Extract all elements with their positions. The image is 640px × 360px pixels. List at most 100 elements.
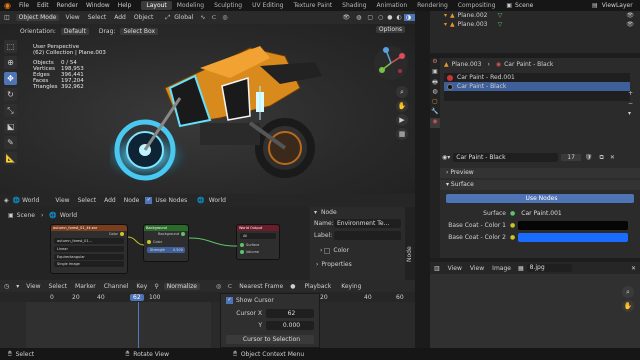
- render-tab-icon[interactable]: ▣: [430, 68, 440, 78]
- menu-render[interactable]: Render: [53, 2, 82, 9]
- surface-panel-header[interactable]: ▾ Surface: [440, 180, 640, 190]
- editor-type-icon[interactable]: ◫: [0, 14, 14, 21]
- color-checkbox[interactable]: [324, 247, 331, 254]
- tool-tab-icon[interactable]: ⚙: [430, 58, 440, 68]
- tab-layout[interactable]: Layout: [141, 1, 172, 10]
- material-tab-icon[interactable]: ◉: [430, 118, 440, 128]
- node-menu-node[interactable]: Node: [120, 197, 144, 204]
- transform-icon[interactable]: ⬕: [4, 120, 17, 133]
- outliner-row-plane-002[interactable]: ▾ ▲ Plane.002 ▽ 👁: [430, 11, 640, 20]
- viewport-menu-add[interactable]: Add: [110, 14, 130, 21]
- world-datablock-field[interactable]: World: [205, 197, 226, 204]
- cursor-to-selection-button[interactable]: Cursor to Selection: [226, 335, 314, 344]
- visibility-icon[interactable]: 👁: [339, 14, 353, 21]
- context-material[interactable]: Car Paint - Black: [504, 61, 553, 68]
- tab-compositing[interactable]: Compositing: [453, 1, 501, 10]
- timeline-menu-marker[interactable]: Marker: [71, 283, 100, 290]
- use-nodes-checkbox[interactable]: ✓: [145, 197, 153, 204]
- node-menu-add[interactable]: Add: [100, 197, 120, 204]
- menu-file[interactable]: File: [15, 2, 33, 9]
- timeline-area[interactable]: 0 20 40 62 100 20 40 60: [0, 292, 415, 348]
- visibility-icon[interactable]: 👁: [626, 12, 640, 19]
- shading-material-icon[interactable]: ◐: [395, 14, 404, 21]
- filter-icon[interactable]: ⚲: [151, 283, 161, 290]
- menu-window[interactable]: Window: [82, 2, 114, 9]
- area-divider[interactable]: [415, 11, 430, 348]
- base-coat-1-swatch[interactable]: [518, 220, 629, 230]
- fake-user-icon[interactable]: 🛡: [581, 154, 597, 161]
- transform-global[interactable]: Global: [170, 14, 197, 21]
- camera-icon[interactable]: ▶: [396, 114, 408, 126]
- transform-orientation-icon[interactable]: ⤢: [157, 14, 170, 22]
- image-menu-image[interactable]: Image: [488, 265, 515, 272]
- shading-solid-icon[interactable]: ●: [385, 14, 394, 21]
- visibility-icon[interactable]: 👁: [626, 21, 640, 28]
- base-coat-2-swatch[interactable]: [518, 232, 629, 242]
- add-slot-icon[interactable]: +: [628, 90, 633, 100]
- duplicate-icon[interactable]: ⧉: [597, 154, 607, 162]
- options-button[interactable]: Options: [375, 26, 405, 33]
- timeline-menu-view[interactable]: View: [22, 283, 44, 290]
- timeline-menu-channel[interactable]: Channel: [100, 283, 133, 290]
- timeline-editor-icon[interactable]: ◷: [0, 283, 13, 290]
- keying-menu[interactable]: Keying: [337, 283, 365, 290]
- surface-shader-field[interactable]: Car Paint.001: [518, 209, 623, 218]
- context-object[interactable]: Plane.003: [452, 61, 488, 68]
- cursor-x-field[interactable]: 62: [266, 309, 314, 318]
- tab-texture-paint[interactable]: Texture Paint: [288, 1, 337, 10]
- modifier-tab-icon[interactable]: 🔧: [430, 108, 440, 118]
- overlay-icon[interactable]: ◍: [353, 14, 364, 21]
- unlink-icon[interactable]: ✕: [607, 154, 618, 161]
- shading-rendered-icon[interactable]: ◑: [403, 14, 415, 21]
- nearest-frame-selector[interactable]: Nearest Frame: [235, 283, 287, 290]
- zoom-icon[interactable]: ⌕: [396, 86, 408, 98]
- collapse-icon[interactable]: ▾: [314, 209, 321, 216]
- xray-icon[interactable]: ▢: [364, 14, 376, 21]
- blender-logo-icon[interactable]: ◉: [0, 1, 15, 10]
- select-box-icon[interactable]: ⬚: [4, 40, 17, 53]
- node-editor-type-icon[interactable]: ◈: [0, 197, 13, 204]
- show-cursor-checkbox[interactable]: ✓: [226, 297, 233, 304]
- preview-panel-header[interactable]: › Preview: [440, 168, 640, 178]
- playback-menu[interactable]: Playback: [298, 283, 337, 290]
- grid-icon[interactable]: ▦: [396, 128, 408, 140]
- material-browse-icon[interactable]: ◉▾: [442, 154, 453, 161]
- scale-icon[interactable]: ⤡: [4, 104, 17, 117]
- zoom-icon[interactable]: ⌕: [622, 286, 634, 298]
- node-label-field[interactable]: [334, 231, 401, 240]
- rotate-icon[interactable]: ↻: [4, 88, 17, 101]
- node-sidebar-tab[interactable]: Node: [405, 207, 415, 280]
- viewport-menu-object[interactable]: Object: [130, 14, 158, 21]
- normalize-button[interactable]: Normalize: [163, 282, 200, 290]
- cursor-y-field[interactable]: 0.000: [266, 321, 314, 330]
- snap-icon[interactable]: ∿: [197, 14, 208, 21]
- navigation-gizmo[interactable]: [372, 44, 410, 82]
- image-menu-view-mode[interactable]: View: [444, 265, 466, 272]
- viewport-menu-select[interactable]: Select: [84, 14, 111, 21]
- world-tab-icon[interactable]: ◍: [430, 88, 440, 98]
- snap-magnet-icon[interactable]: ⊂: [208, 14, 219, 21]
- pan-hand-icon[interactable]: ✋: [396, 100, 408, 112]
- timeline-menu-select[interactable]: Select: [45, 283, 72, 290]
- timeline-menu-key[interactable]: Key: [132, 283, 151, 290]
- image-menu-view[interactable]: View: [466, 265, 488, 272]
- object-tab-icon[interactable]: ▢: [430, 98, 440, 108]
- scene-selector[interactable]: Scene: [512, 2, 592, 9]
- material-slot-row[interactable]: Car Paint - Red.001: [444, 73, 630, 82]
- material-users-count[interactable]: 17: [561, 154, 581, 161]
- menu-help[interactable]: Help: [114, 2, 136, 9]
- mode-selector[interactable]: Object Mode: [15, 14, 60, 21]
- record-icon[interactable]: ●: [287, 283, 298, 290]
- shader-type-selector[interactable]: World: [22, 197, 51, 204]
- image-name-field[interactable]: 8.jpg: [526, 264, 572, 272]
- tab-shading[interactable]: Shading: [337, 1, 371, 10]
- image-editor-canvas[interactable]: ⌕ ✋: [430, 274, 640, 348]
- material-name-field[interactable]: Car Paint - Black: [453, 153, 559, 162]
- current-frame-indicator[interactable]: 62: [130, 293, 144, 301]
- slot-menu-icon[interactable]: ▾: [628, 110, 633, 120]
- node-menu-select[interactable]: Select: [74, 197, 101, 204]
- viewport-menu-view[interactable]: View: [61, 14, 83, 21]
- 3d-viewport[interactable]: Orientation: Default Drag: Select Box Op…: [0, 24, 415, 194]
- proportional-edit-icon[interactable]: ◎: [202, 283, 224, 290]
- node-name-field[interactable]: Environment Te...: [334, 219, 401, 228]
